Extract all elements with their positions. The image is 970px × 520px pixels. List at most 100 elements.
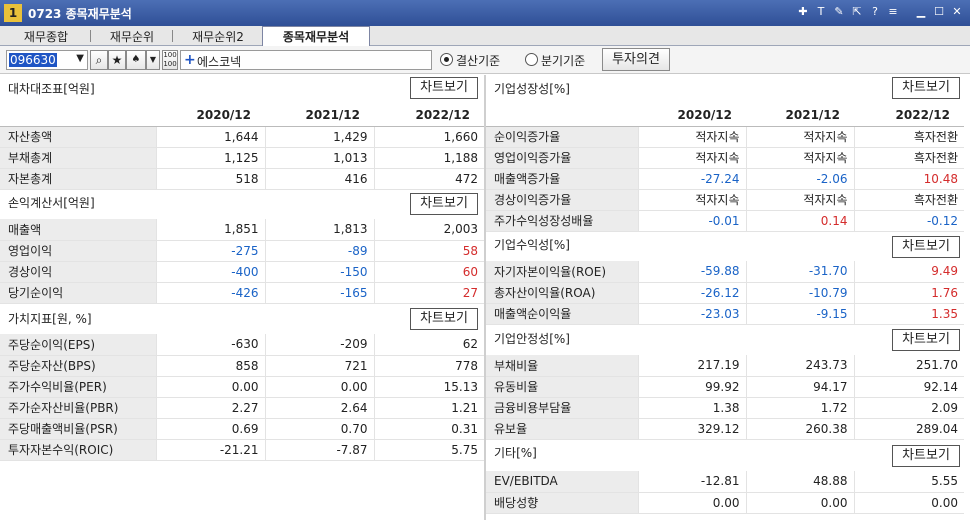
balance-chart-button[interactable]: 차트보기 — [410, 77, 478, 99]
row-label: 금융비용부담율 — [486, 397, 638, 418]
close-icon[interactable]: ✕ — [950, 5, 964, 19]
table-row: 주당순이익(EPS) -630 -209 62 — [0, 334, 484, 355]
tab-bar: 재무종합 재무순위 재무순위2 종목재무분석 — [0, 26, 970, 47]
tab-stock-analysis[interactable]: 종목재무분석 — [262, 26, 370, 47]
edit-icon[interactable]: ✎ — [832, 5, 846, 19]
row-label: 자산총액 — [0, 126, 156, 147]
cell: 5.55 — [853, 471, 964, 492]
cell: -89 — [264, 240, 374, 261]
table-row: 주당순자산(BPS) 858 721 778 — [0, 355, 484, 376]
table-row: 부채비율 217.19 243.73 251.70 — [486, 355, 964, 376]
cell: 99.92 — [637, 376, 746, 397]
cell: -400 — [155, 261, 265, 282]
window-title: 0723 종목재무분석 — [28, 7, 132, 21]
text-icon[interactable]: T — [814, 5, 828, 19]
cell: 0.31 — [373, 418, 484, 439]
cell: 2,003 — [373, 219, 484, 240]
chevron-down-icon[interactable]: ▼ — [146, 50, 160, 70]
company-name-field[interactable]: + 에스코넥 — [180, 50, 432, 70]
code-input[interactable]: 096630 — [9, 53, 57, 67]
radio-quarter-label: 분기기준 — [541, 54, 586, 68]
stability-chart-button[interactable]: 차트보기 — [892, 329, 960, 351]
chevron-down-icon[interactable]: ▼ — [76, 53, 84, 64]
cell: 0.00 — [745, 492, 854, 513]
balance-section-title: 대차대조표[억원] — [8, 82, 95, 96]
table-row: 매출액순이익율 -23.03 -9.15 1.35 — [486, 303, 964, 324]
cell: 0.69 — [155, 418, 265, 439]
cell: 0.14 — [745, 210, 854, 231]
cell: 251.70 — [853, 355, 964, 376]
value-section-title: 가치지표[원, %] — [8, 312, 92, 326]
table-row: 자본총계 518 416 472 — [0, 168, 484, 189]
cell: 흑자전환 — [853, 126, 964, 147]
etc-chart-button[interactable]: 차트보기 — [892, 445, 960, 467]
stability-section-title: 기업안정성[%] — [494, 332, 570, 346]
tab-rank2[interactable]: 재무순위2 — [178, 28, 258, 46]
row-label: 주당순이익(EPS) — [0, 334, 156, 355]
spade-icon[interactable]: ♠ — [126, 50, 146, 70]
cell: 10.48 — [853, 168, 964, 189]
cell: 778 — [373, 355, 484, 376]
table-row: 매출액 1,851 1,813 2,003 — [0, 219, 484, 240]
cell: 858 — [155, 355, 265, 376]
cell: -21.21 — [155, 439, 265, 460]
tab-separator — [172, 30, 173, 42]
cell: 1,660 — [373, 126, 484, 147]
cell: 92.14 — [853, 376, 964, 397]
tab-separator — [90, 30, 91, 42]
table-row: 배당성향 0.00 0.00 0.00 — [486, 492, 964, 513]
minimize-icon[interactable]: ▁ — [914, 5, 928, 19]
value-chart-button[interactable]: 차트보기 — [410, 308, 478, 330]
table-row: 당기순이익 -426 -165 27 — [0, 282, 484, 303]
cell: 60 — [373, 261, 484, 282]
growth-chart-button[interactable]: 차트보기 — [892, 77, 960, 99]
cell: -31.70 — [745, 261, 854, 282]
cell: 적자지속 — [745, 189, 854, 210]
toolbar: 096630 ▼ ⌕ ★ ♠ ▼ 100 100 + 에스코넥 결산기준 분기기준… — [0, 46, 970, 74]
row-label: 주당순자산(BPS) — [0, 355, 156, 376]
tab-summary[interactable]: 재무종합 — [6, 28, 86, 46]
help-icon[interactable]: ? — [868, 5, 882, 19]
table-row: 주가수익비율(PER) 0.00 0.00 15.13 — [0, 376, 484, 397]
table-row: 주당매출액비율(PSR) 0.69 0.70 0.31 — [0, 418, 484, 439]
cell: 48.88 — [745, 471, 854, 492]
cell: 2.64 — [264, 397, 374, 418]
investment-opinion-button[interactable]: 투자의견 — [602, 48, 670, 71]
menu-icon[interactable]: ≡ — [886, 5, 900, 19]
tab-rank[interactable]: 재무순위 — [96, 28, 168, 46]
cell: 적자지속 — [637, 126, 746, 147]
cell: -150 — [264, 261, 374, 282]
profit-chart-button[interactable]: 차트보기 — [892, 236, 960, 258]
cell: 흑자전환 — [853, 189, 964, 210]
cell: 217.19 — [637, 355, 746, 376]
cell: 1,125 — [155, 147, 265, 168]
radio-quarter[interactable] — [525, 53, 538, 66]
row-label: 경상이익 — [0, 261, 156, 282]
star-icon[interactable]: ★ — [108, 50, 126, 70]
profit-table: 자기자본이익율(ROE) -59.88 -31.70 9.49 총자산이익율(ROA)… — [486, 261, 964, 325]
income-chart-button[interactable]: 차트보기 — [410, 193, 478, 215]
cell: 329.12 — [637, 418, 746, 439]
plus-icon[interactable]: ✚ — [796, 5, 810, 19]
link-icon[interactable]: ⇱ — [850, 5, 864, 19]
table-row: 투자자본수익(ROIC) -21.21 -7.87 5.75 — [0, 439, 484, 460]
code-combo[interactable]: 096630 ▼ — [6, 50, 88, 70]
cell: -275 — [155, 240, 265, 261]
list-icon[interactable]: 100 100 — [162, 50, 178, 70]
cell: -27.24 — [637, 168, 746, 189]
search-icon[interactable]: ⌕ — [90, 50, 108, 70]
row-label: 주가수익비율(PER) — [0, 376, 156, 397]
etc-section-title: 기타[%] — [494, 446, 537, 460]
radio-settlement[interactable] — [440, 53, 453, 66]
table-row: 주가수익성장성배율 -0.01 0.14 -0.12 — [486, 210, 964, 231]
maximize-icon[interactable]: ☐ — [932, 5, 946, 19]
value-table: 주당순이익(EPS) -630 -209 62 주당순자산(BPS) 858 721 778… — [0, 334, 484, 461]
cell: -630 — [155, 334, 265, 355]
cell: -2.06 — [745, 168, 854, 189]
cell: 1,013 — [264, 147, 374, 168]
right-panel: 기업성장성[%] 차트보기 2020/12 2021/12 2022/12 순이익증… — [486, 75, 970, 520]
row-label: EV/EBITDA — [486, 471, 638, 492]
row-label: 주당매출액비율(PSR) — [0, 418, 156, 439]
cell: -209 — [264, 334, 374, 355]
cell: 2.09 — [853, 397, 964, 418]
